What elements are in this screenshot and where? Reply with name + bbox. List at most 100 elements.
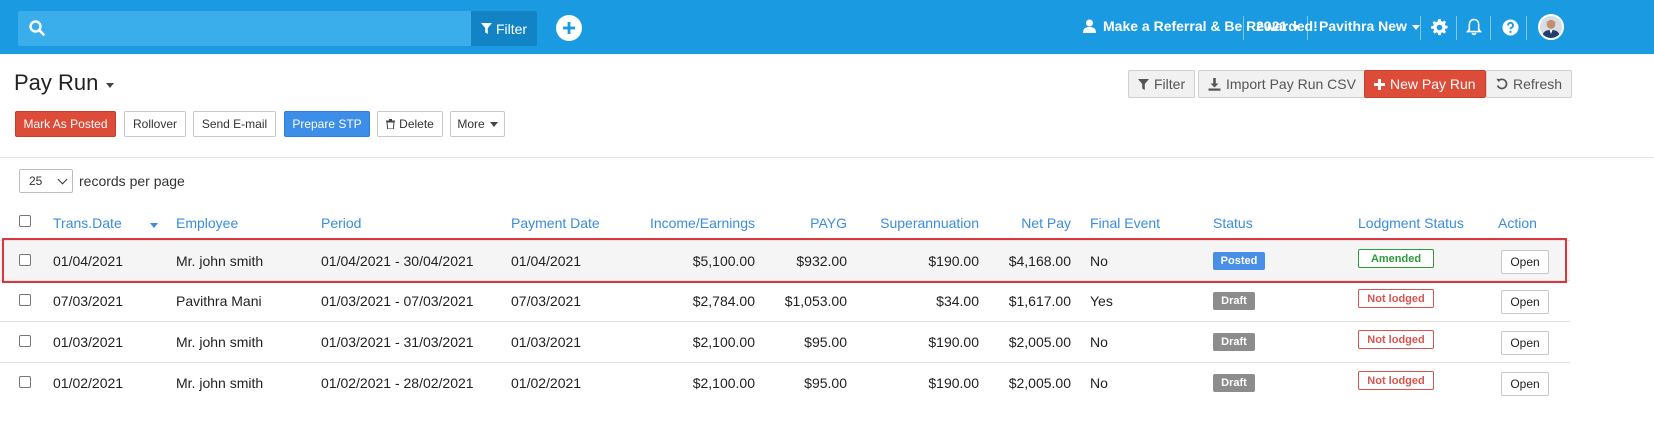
cell-income-earnings: $5,100.00 — [692, 253, 755, 269]
navbar-divider — [1243, 16, 1244, 40]
column-header-superannuation[interactable]: Superannuation — [859, 215, 979, 231]
column-header-payg[interactable]: PAYG — [767, 215, 847, 231]
new-pay-run-button[interactable]: New Pay Run — [1364, 70, 1486, 98]
select-all-checkbox[interactable] — [19, 215, 31, 227]
import-pay-run-csv-button[interactable]: Import Pay Run CSV — [1198, 70, 1366, 98]
search-filter-button[interactable]: Filter — [471, 11, 537, 46]
prepare-stp-button[interactable]: Prepare STP — [284, 111, 370, 137]
delete-button[interactable]: Delete — [377, 111, 443, 137]
avatar[interactable] — [1538, 14, 1564, 40]
add-new-button[interactable] — [556, 15, 582, 41]
records-per-page-select[interactable]: 25 — [19, 169, 73, 193]
cell-final-event: No — [1090, 253, 1108, 269]
help-button[interactable] — [1499, 16, 1521, 38]
rollover-button[interactable]: Rollover — [124, 111, 186, 137]
open-button[interactable]: Open — [1501, 250, 1549, 274]
user-name-label: Pavithra New — [1319, 18, 1407, 34]
year-dropdown[interactable]: 2021 — [1256, 18, 1301, 34]
cell-payg: $95.00 — [804, 334, 847, 350]
cell-superannuation: $190.00 — [928, 375, 979, 391]
cell-trans-date: 01/02/2021 — [53, 375, 124, 391]
open-button[interactable]: Open — [1501, 290, 1549, 314]
sort-desc-icon[interactable] — [150, 223, 158, 228]
cell-payg: $95.00 — [804, 375, 847, 391]
cell-net-pay: $1,617.00 — [1008, 293, 1071, 309]
column-header-final-event[interactable]: Final Event — [1090, 215, 1160, 231]
navbar-divider — [1307, 16, 1308, 40]
table-row[interactable]: 01/03/2021 Mr. john smith 01/03/2021 - 3… — [0, 321, 1570, 361]
cell-net-pay: $4,168.00 — [1008, 253, 1071, 269]
cell-final-event: Yes — [1090, 293, 1113, 309]
column-header-trans-date[interactable]: Trans.Date — [53, 215, 122, 231]
chevron-down-icon — [1292, 24, 1301, 30]
lodgment-status-badge: Not lodged — [1358, 330, 1434, 349]
search-box — [18, 11, 471, 46]
cell-income-earnings: $2,100.00 — [692, 375, 755, 391]
filter-icon — [480, 23, 492, 34]
cell-trans-date: 01/04/2021 — [53, 253, 124, 269]
cell-net-pay: $2,005.00 — [1008, 334, 1071, 350]
filter-button[interactable]: Filter — [1128, 70, 1196, 98]
settings-button[interactable] — [1428, 16, 1450, 38]
year-label: 2021 — [1256, 18, 1288, 34]
row-checkbox[interactable] — [19, 376, 31, 388]
cell-trans-date: 01/03/2021 — [53, 334, 124, 350]
top-navbar: Filter Make a Referral & Be Rewarded! 20… — [0, 0, 1654, 54]
send-email-button[interactable]: Send E-mail — [193, 111, 276, 137]
cell-period: 01/03/2021 - 31/03/2021 — [321, 334, 474, 350]
records-per-page-value: 25 — [29, 174, 43, 188]
more-dropdown-button[interactable]: More — [450, 111, 505, 137]
row-checkbox[interactable] — [19, 254, 31, 266]
cell-income-earnings: $2,784.00 — [692, 293, 755, 309]
cell-period: 01/02/2021 - 28/02/2021 — [321, 375, 474, 391]
navbar-divider — [1490, 16, 1491, 40]
bell-icon — [1466, 18, 1482, 36]
cell-employee: Pavithra Mani — [176, 293, 262, 309]
column-header-income-earnings[interactable]: Income/Earnings — [615, 215, 755, 231]
row-checkbox[interactable] — [19, 335, 31, 347]
open-button[interactable]: Open — [1501, 372, 1549, 396]
search-filter-label: Filter — [495, 20, 528, 37]
table-row[interactable]: 07/03/2021 Pavithra Mani 01/03/2021 - 07… — [0, 280, 1570, 320]
user-dropdown[interactable]: Pavithra New — [1319, 18, 1420, 34]
cell-period: 01/03/2021 - 07/03/2021 — [321, 293, 474, 309]
cell-payment-date: 01/02/2021 — [511, 375, 582, 391]
column-header-payment-date[interactable]: Payment Date — [511, 215, 600, 231]
column-header-employee[interactable]: Employee — [176, 215, 238, 231]
chevron-down-icon — [1411, 24, 1420, 30]
open-button[interactable]: Open — [1501, 331, 1549, 355]
table-row[interactable]: 01/04/2021 Mr. john smith 01/04/2021 - 3… — [0, 240, 1570, 280]
mark-as-posted-button[interactable]: Mark As Posted — [15, 111, 116, 137]
section-divider — [0, 157, 1654, 158]
row-checkbox[interactable] — [19, 294, 31, 306]
cell-employee: Mr. john smith — [176, 253, 264, 269]
table-row[interactable]: 01/02/2021 Mr. john smith 01/02/2021 - 2… — [0, 362, 1570, 402]
chevron-down-icon — [106, 82, 115, 88]
status-badge: Draft — [1213, 374, 1255, 392]
cell-final-event: No — [1090, 375, 1108, 391]
notifications-button[interactable] — [1463, 16, 1485, 38]
search-input[interactable] — [56, 11, 466, 46]
cell-period: 01/04/2021 - 30/04/2021 — [321, 253, 474, 269]
cell-income-earnings: $2,100.00 — [692, 334, 755, 350]
cell-payment-date: 01/03/2021 — [511, 334, 582, 350]
page-title[interactable]: Pay Run — [14, 70, 115, 96]
new-pay-run-label: New Pay Run — [1390, 76, 1476, 92]
cell-employee: Mr. john smith — [176, 375, 264, 391]
trash-icon — [386, 119, 396, 129]
status-badge: Draft — [1213, 333, 1255, 351]
column-header-net-pay[interactable]: Net Pay — [991, 215, 1071, 231]
column-header-lodgment-status[interactable]: Lodgment Status — [1358, 215, 1464, 231]
refresh-button[interactable]: Refresh — [1486, 70, 1573, 98]
chevron-down-icon — [489, 122, 498, 127]
column-header-action[interactable]: Action — [1498, 215, 1537, 231]
cell-payment-date: 07/03/2021 — [511, 293, 582, 309]
navbar-divider — [1420, 16, 1421, 40]
lodgment-status-badge: Not lodged — [1358, 371, 1434, 390]
plus-icon — [1374, 78, 1385, 90]
cell-payg: $1,053.00 — [784, 293, 847, 309]
column-header-period[interactable]: Period — [321, 215, 361, 231]
column-header-status[interactable]: Status — [1213, 215, 1253, 231]
navbar-divider — [1456, 16, 1457, 40]
status-badge: Posted — [1213, 252, 1265, 270]
